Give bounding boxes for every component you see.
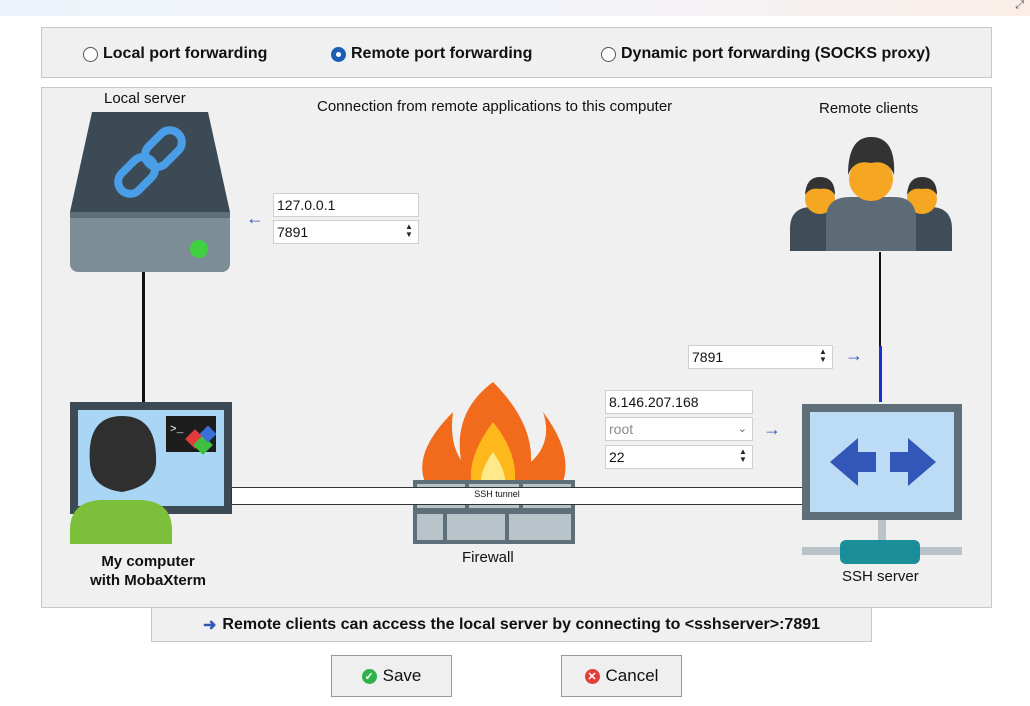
my-computer-icon: >_ — [70, 402, 232, 544]
my-computer-label-line2: with MobaXterm — [90, 572, 206, 589]
arrow-right-icon: → — [763, 419, 781, 439]
local-host-input[interactable]: 127.0.0.1 — [273, 193, 419, 217]
radio-unselected-icon — [83, 46, 98, 62]
radio-remote-forwarding-label: Remote port forwarding — [351, 45, 533, 62]
cancel-button-label: Cancel — [605, 666, 659, 685]
ssh-user-value: root — [609, 421, 634, 437]
chevron-down-icon[interactable]: ⌄ — [738, 422, 747, 435]
ssh-port-stepper[interactable]: 22 ▲ ▼ — [605, 445, 753, 469]
status-message: ➜ Remote clients can access the local se… — [151, 607, 872, 642]
spin-arrows-icon[interactable]: ▲ ▼ — [739, 448, 747, 466]
ssh-server-icon — [802, 404, 962, 564]
users-group-icon — [790, 137, 952, 251]
arrow-right-icon: ➜ — [202, 616, 217, 634]
ssh-server-host-input[interactable]: 8.146.207.168 — [605, 390, 753, 414]
window-title-bar: ⤢ — [0, 0, 1030, 16]
remote-port-stepper[interactable]: 7891 ▲ ▼ — [688, 345, 833, 369]
ssh-server-label: SSH server — [842, 568, 919, 585]
ssh-user-select[interactable]: root ⌄ — [605, 417, 753, 441]
spin-arrows-icon[interactable]: ▲ ▼ — [405, 223, 413, 241]
my-computer-label-line1: My computer — [101, 553, 195, 570]
port-forwarding-dialog: ⤢ Local port forwarding Remote port forw… — [0, 0, 1030, 706]
radio-selected-icon — [331, 46, 346, 62]
local-server-label: Local server — [104, 90, 186, 107]
firewall-icon — [413, 382, 575, 544]
radio-local-forwarding[interactable]: Local port forwarding — [83, 45, 267, 63]
firewall-label: Firewall — [462, 549, 514, 566]
server-link-icon — [70, 112, 230, 272]
remote-clients-label: Remote clients — [819, 100, 919, 117]
radio-dynamic-forwarding-label: Dynamic port forwarding (SOCKS proxy) — [621, 45, 931, 62]
checkmark-icon: ✓ — [361, 668, 377, 684]
resize-icon[interactable]: ⤢ — [1015, 0, 1024, 12]
arrow-left-icon: ← — [246, 208, 264, 228]
radio-unselected-icon — [601, 46, 616, 62]
svg-text:>_: >_ — [170, 424, 184, 436]
radio-local-forwarding-label: Local port forwarding — [103, 45, 268, 62]
ssh-tunnel-label: SSH tunnel — [474, 489, 520, 499]
local-port-stepper[interactable]: 7891 ▲ ▼ — [273, 220, 419, 244]
radio-dynamic-forwarding[interactable]: Dynamic port forwarding (SOCKS proxy) — [601, 45, 930, 63]
local-host-value: 127.0.0.1 — [277, 197, 336, 213]
diagram-heading: Connection from remote applications to t… — [317, 98, 673, 115]
remote-port-value: 7891 — [692, 349, 724, 365]
save-button-label: Save — [382, 666, 422, 685]
local-port-value: 7891 — [277, 224, 309, 240]
status-text: Remote clients can access the local serv… — [222, 615, 821, 633]
ssh-port-value: 22 — [609, 449, 625, 465]
radio-remote-forwarding[interactable]: Remote port forwarding — [331, 45, 532, 63]
ssh-server-host-value: 8.146.207.168 — [609, 394, 699, 410]
connector-line — [142, 272, 145, 402]
spin-arrows-icon[interactable]: ▲ ▼ — [819, 348, 827, 366]
arrow-right-icon: → — [845, 345, 863, 365]
cancel-button[interactable]: ✕ Cancel — [561, 655, 682, 697]
close-icon: ✕ — [584, 668, 600, 684]
forwarding-mode-group: Local port forwarding Remote port forwar… — [41, 27, 992, 78]
save-button[interactable]: ✓ Save — [331, 655, 452, 697]
connector-line — [879, 252, 882, 402]
